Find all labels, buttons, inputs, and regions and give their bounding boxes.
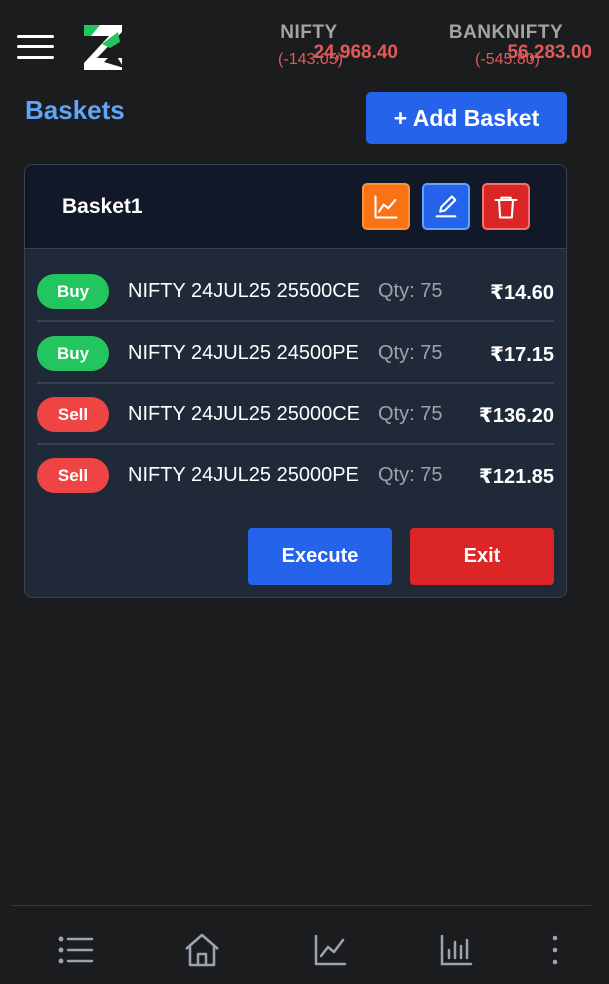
basket-leg-row[interactable]: Sell NIFTY 24JUL25 25000PE Qty: 75 ₹121.… [37,444,554,506]
basket-card: Basket1 Buy NIFTY 24JUL25 25500CE Qty: 7… [24,164,567,598]
ticker-price: 56,283.00 [507,42,592,63]
side-badge: Sell [37,458,109,493]
top-header: NIFTY 24,968.40 (-143.05) BANKNIFTY 56,28… [0,0,609,88]
ticker-banknifty: BANKNIFTY 56,283.00 (-545.80) [420,22,592,69]
basket-leg-row[interactable]: Buy NIFTY 24JUL25 25500CE Qty: 75 ₹14.60 [37,260,554,322]
leg-quantity: Qty: 75 [378,280,443,302]
exit-button[interactable]: Exit [410,528,554,585]
execute-button[interactable]: Execute [248,528,392,585]
basket-chart-button[interactable] [362,183,410,230]
basket-leg-row[interactable]: Buy NIFTY 24JUL25 24500PE Qty: 75 ₹17.15 [37,322,554,384]
bottom-nav [12,905,591,984]
hamburger-menu-icon[interactable] [17,33,55,61]
add-basket-button[interactable]: + Add Basket [366,92,567,144]
trash-icon [494,196,518,219]
basket-card-header: Basket1 [25,165,566,249]
basket-leg-row[interactable]: Sell NIFTY 24JUL25 25000CE Qty: 75 ₹136.… [37,383,554,445]
leg-price: ₹136.20 [478,405,554,427]
side-badge: Buy [37,336,109,371]
leg-symbol: NIFTY 24JUL25 24500PE [128,342,359,364]
leg-price: ₹17.15 [490,344,554,366]
z-logo-icon[interactable] [80,22,126,74]
ticker-nifty: NIFTY 24,968.40 (-143.05) [220,22,398,69]
nav-chart-button[interactable] [310,930,350,970]
ticker-name: NIFTY [280,22,338,43]
nav-list-button[interactable] [56,930,96,970]
edit-icon [435,194,457,217]
nav-reports-button[interactable] [436,930,476,970]
basket-name: Basket1 [62,195,143,218]
bar-chart-icon [440,934,473,966]
leg-symbol: NIFTY 24JUL25 25500CE [128,280,360,302]
more-vertical-icon [552,935,558,965]
nav-more-button[interactable] [535,930,575,970]
nav-home-button[interactable] [182,930,222,970]
basket-edit-button[interactable] [422,183,470,230]
ticker-name: BANKNIFTY [448,22,564,43]
list-icon [58,936,94,964]
leg-quantity: Qty: 75 [378,464,443,486]
leg-symbol: NIFTY 24JUL25 25000PE [128,464,359,486]
line-chart-icon [314,934,347,966]
leg-price: ₹14.60 [490,282,554,304]
ticker-price: 24,968.40 [313,42,398,63]
page-title: Baskets [25,95,125,125]
chart-icon [374,194,398,219]
side-badge: Buy [37,274,109,309]
leg-symbol: NIFTY 24JUL25 25000CE [128,403,360,425]
leg-quantity: Qty: 75 [378,342,443,364]
basket-delete-button[interactable] [482,183,530,230]
side-badge: Sell [37,397,109,432]
home-icon [185,933,219,967]
leg-quantity: Qty: 75 [378,403,443,425]
leg-price: ₹121.85 [478,466,554,488]
